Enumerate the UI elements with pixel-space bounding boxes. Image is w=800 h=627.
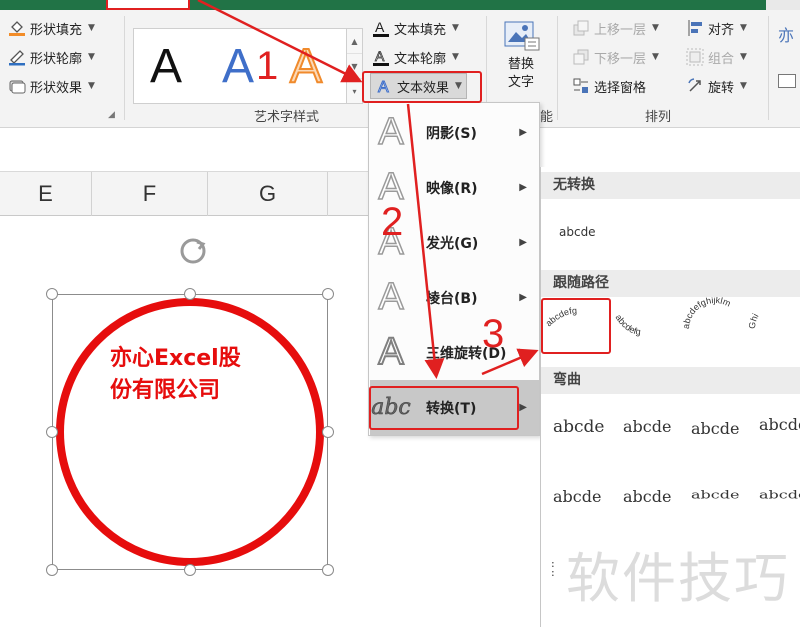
arrow-step-2 [406, 103, 445, 379]
watermark: 软件技巧 [566, 547, 790, 610]
step-number-3: 3 [482, 312, 505, 356]
step-number-2: 2 [381, 200, 404, 244]
step-number-1: 1 [256, 44, 279, 88]
annotation-arrows [197, 0, 539, 379]
